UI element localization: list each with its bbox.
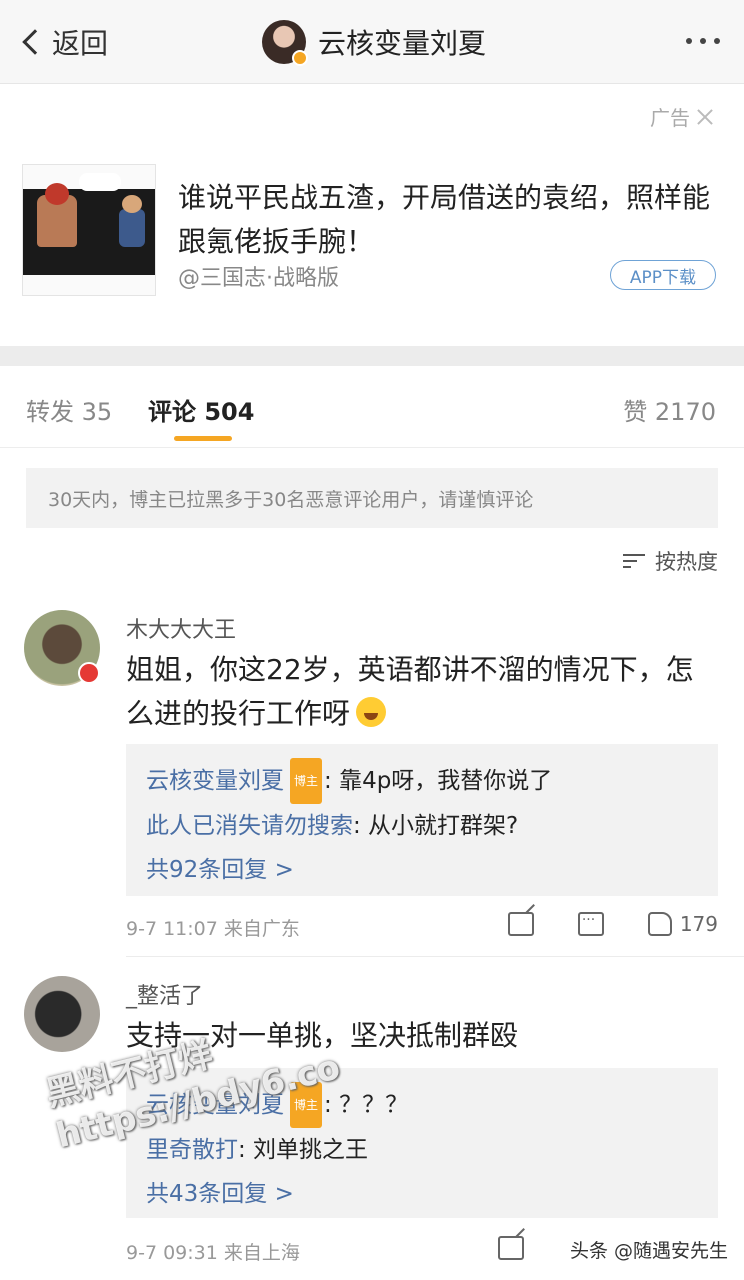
- reply-item: 里奇散打: 刘单挑之王: [146, 1128, 698, 1172]
- sort-icon: [623, 551, 645, 571]
- chevron-left-icon: [22, 29, 48, 55]
- comment-location: 来自广东: [223, 918, 300, 940]
- tab-likes[interactable]: 赞 2170: [623, 392, 716, 427]
- share-icon[interactable]: [507, 912, 534, 936]
- ad-image[interactable]: [22, 164, 156, 296]
- sort-button[interactable]: 按热度: [623, 546, 718, 576]
- active-tab-indicator: [174, 436, 232, 441]
- app-download-button[interactable]: APP下载: [610, 260, 716, 290]
- comment-actions: 179: [507, 912, 718, 936]
- like-button[interactable]: 179: [647, 912, 718, 936]
- reply-author[interactable]: 云核变量刘夏: [146, 1092, 284, 1118]
- sort-label: 按热度: [655, 550, 718, 574]
- reply-text: : 刘单挑之王: [238, 1137, 369, 1163]
- page-title-text: 云核变量刘夏: [318, 27, 487, 60]
- ad-title[interactable]: 谁说平民战五渣，开局借送的袁绍，照样能跟氪佬扳手腕！: [178, 176, 718, 264]
- section-divider: [0, 346, 744, 366]
- source-watermark: 头条 @随遇安先生: [569, 1236, 728, 1263]
- comment-location: 来自上海: [223, 1242, 300, 1264]
- tab-comments[interactable]: 评论 504: [148, 392, 254, 427]
- comment-text: 姐姐，你这22岁，英语都讲不溜的情况下，怎么进的投行工作呀: [126, 653, 694, 730]
- reply-text: : 从小就打群架?: [353, 813, 519, 839]
- comment-author[interactable]: _整活了: [126, 978, 203, 1010]
- comment-author[interactable]: 木大大大王: [126, 612, 236, 644]
- author-badge: 博主: [290, 758, 323, 804]
- avatar[interactable]: [24, 976, 100, 1052]
- like-count: 179: [679, 912, 718, 936]
- page-title[interactable]: 云核变量刘夏: [262, 20, 487, 66]
- back-label: 返回: [52, 27, 109, 60]
- more-replies-link[interactable]: 共92条回复 >: [146, 848, 698, 892]
- close-icon[interactable]: [696, 108, 714, 126]
- comment-text: 支持一对一单挑，坚决抵制群殴: [126, 1019, 519, 1052]
- tab-repost[interactable]: 转发 35: [26, 392, 112, 427]
- back-button[interactable]: 返回: [18, 22, 108, 62]
- more-options-icon[interactable]: [686, 38, 720, 44]
- reply-item: 云核变量刘夏 博主: 靠4p呀，我替你说了: [146, 758, 698, 804]
- reply-author[interactable]: 里奇散打: [146, 1137, 238, 1163]
- reply-author[interactable]: 此人已消失请勿搜索: [146, 813, 353, 839]
- comment-divider: [126, 956, 744, 957]
- reply-item: 此人已消失请勿搜索: 从小就打群架?: [146, 804, 698, 848]
- comment-meta: 9-7 11:07 来自广东: [126, 914, 300, 941]
- comment-time: 9-7 11:07: [126, 918, 218, 940]
- more-replies-link[interactable]: 共43条回复 >: [146, 1172, 698, 1216]
- ad-tag-label: 广告: [650, 106, 690, 130]
- reply-text: : 靠4p呀，我替你说了: [324, 768, 553, 794]
- reply-box[interactable]: 云核变量刘夏 博主: 靠4p呀，我替你说了 此人已消失请勿搜索: 从小就打群架? …: [126, 744, 718, 896]
- reply-author[interactable]: 云核变量刘夏: [146, 768, 284, 794]
- tab-bar: 转发 35 评论 504 赞 2170: [0, 366, 744, 448]
- reply-item: 云核变量刘夏 博主: ？？？: [146, 1082, 698, 1128]
- top-nav-bar: 返回 云核变量刘夏: [0, 0, 744, 84]
- laugh-cry-emoji-icon: [356, 697, 387, 727]
- share-icon[interactable]: [498, 1236, 524, 1260]
- ad-tag: 广告: [650, 102, 714, 131]
- verified-badge-icon: [292, 50, 308, 66]
- comment-actions: [498, 1236, 524, 1260]
- comment-time: 9-7 09:31: [126, 1242, 218, 1264]
- reply-icon[interactable]: [577, 912, 604, 936]
- comment-meta: 9-7 09:31 来自上海: [126, 1238, 300, 1265]
- comment-notice: 30天内，博主已拉黑多于30名恶意评论用户，请谨慎评论: [26, 468, 718, 528]
- user-badge-icon: [78, 662, 100, 684]
- ad-source[interactable]: @三国志·战略版: [178, 260, 339, 292]
- reply-box[interactable]: 云核变量刘夏 博主: ？？？ 里奇散打: 刘单挑之王 共43条回复 >: [126, 1068, 718, 1218]
- author-badge: 博主: [290, 1082, 323, 1128]
- avatar[interactable]: [262, 20, 308, 66]
- thumbs-up-icon: [647, 912, 672, 936]
- ad-card[interactable]: 广告 谁说平民战五渣，开局借送的袁绍，照样能跟氪佬扳手腕！ @三国志·战略版 A…: [0, 84, 744, 346]
- reply-text: : ？？？: [324, 1092, 409, 1118]
